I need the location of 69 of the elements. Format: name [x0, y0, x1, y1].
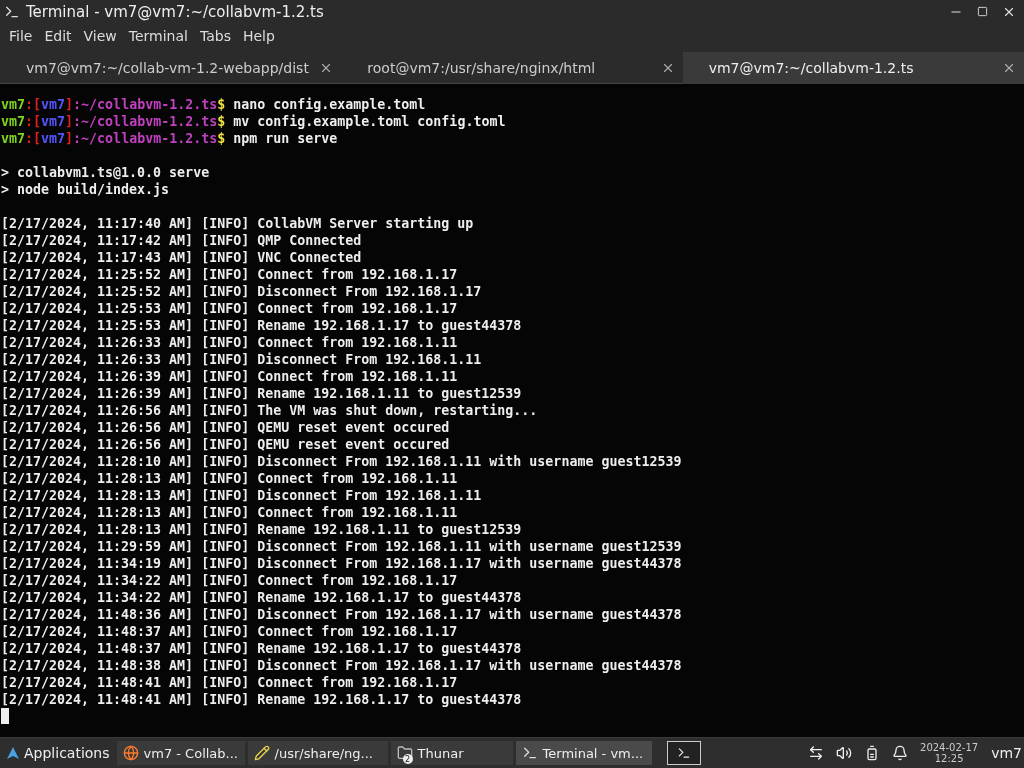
log-line: [2/17/2024, 11:26:39 AM] [INFO] Connect from 192.168.1.11	[1, 368, 459, 385]
prompt-text: ]	[65, 131, 74, 146]
log-line: [2/17/2024, 11:26:33 AM] [INFO] Disconnect From 192.168.1.11	[1, 351, 483, 368]
log-line: [2/17/2024, 11:48:37 AM] [INFO] Connect from 192.168.1.17	[1, 623, 459, 640]
log-line: [2/17/2024, 11:28:13 AM] [INFO] Disconnect From 192.168.1.11	[1, 487, 483, 504]
prompt-text: vm7	[1, 114, 26, 129]
log-line: [2/17/2024, 11:17:42 AM] [INFO] QMP Connected	[1, 232, 363, 249]
prompt-text: vm7	[41, 114, 66, 129]
log-line: [2/17/2024, 11:26:56 AM] [INFO] QEMU reset event occured	[1, 419, 451, 436]
date-text: 2024-02-17	[920, 742, 979, 753]
log-line: [2/17/2024, 11:48:41 AM] [INFO] Connect from 192.168.1.17	[1, 674, 459, 691]
prompt-text: :[	[25, 114, 42, 129]
prompt-text: ]	[65, 97, 74, 112]
prompt-text: $	[217, 97, 226, 112]
menu-item[interactable]: Tabs	[194, 26, 236, 46]
log-line: [2/17/2024, 11:28:13 AM] [INFO] Connect from 192.168.1.11	[1, 504, 459, 521]
window-title: Terminal - vm7@vm7:~/collabvm-1.2.ts	[26, 2, 325, 21]
prompt-text: :~/collabvm-1.2.ts	[73, 131, 218, 146]
prompt-text: :[	[25, 97, 42, 112]
menu-item[interactable]: Edit	[39, 26, 77, 46]
prompt-text: vm7	[1, 131, 26, 146]
menu-item[interactable]: Terminal	[123, 26, 193, 46]
menu-item[interactable]: View	[78, 26, 122, 46]
prompt-text: $	[217, 114, 226, 129]
prompt-text: :~/collabvm-1.2.ts	[73, 114, 218, 129]
log-line: [2/17/2024, 11:17:43 AM] [INFO] VNC Connected	[1, 249, 363, 266]
log-line: [2/17/2024, 11:25:52 AM] [INFO] Connect from 192.168.1.17	[1, 266, 459, 283]
tab[interactable]: vm7@vm7:~/collabvm-1.2.ts	[682, 52, 1024, 84]
taskbar-button[interactable]: vm7 - Collab...	[116, 741, 245, 765]
count-badge: 2	[402, 754, 413, 764]
taskbar-button[interactable]: /usr/share/ng...	[247, 741, 388, 765]
log-line: [2/17/2024, 11:48:36 AM] [INFO] Disconnect From 192.168.1.17 with username guest44378	[1, 606, 683, 623]
user-name[interactable]: vm7	[991, 745, 1022, 761]
prompt-text: vm7	[41, 131, 66, 146]
log-line: [2/17/2024, 11:26:56 AM] [INFO] QEMU reset event occured	[1, 436, 451, 453]
log-line: [2/17/2024, 11:25:53 AM] [INFO] Connect from 192.168.1.17	[1, 300, 459, 317]
prompt-text: ]	[65, 114, 74, 129]
log-line: [2/17/2024, 11:48:41 AM] [INFO] Rename 192.168.1.17 to guest44378	[1, 691, 523, 708]
applications-menu-button[interactable]: Applications	[2, 745, 114, 761]
log-line: [2/17/2024, 11:29:59 AM] [INFO] Disconnect From 192.168.1.11 with username guest12539	[1, 538, 683, 555]
log-line: [2/17/2024, 11:25:53 AM] [INFO] Rename 192.168.1.17 to guest44378	[1, 317, 523, 334]
taskbar-button[interactable]: 2 Thunar	[390, 741, 513, 765]
log-line: [2/17/2024, 11:17:40 AM] [INFO] CollabVM Server starting up	[1, 215, 475, 232]
terminal-line: > node build/index.js	[1, 181, 171, 198]
log-line: [2/17/2024, 11:26:56 AM] [INFO] The VM was shut down, restarting...	[1, 402, 539, 419]
menu-item[interactable]: File	[4, 26, 38, 46]
log-line: [2/17/2024, 11:25:52 AM] [INFO] Disconnect From 192.168.1.17	[1, 283, 483, 300]
log-line: [2/17/2024, 11:34:19 AM] [INFO] Disconnect From 192.168.1.17 with username guest44378	[1, 555, 683, 572]
prompt-text: $	[217, 131, 226, 146]
log-line: [2/17/2024, 11:26:33 AM] [INFO] Connect from 192.168.1.11	[1, 334, 459, 351]
log-line: [2/17/2024, 11:28:13 AM] [INFO] Connect from 192.168.1.11	[1, 470, 459, 487]
command-text: mv config.example.toml config.toml	[232, 114, 506, 129]
menu-item[interactable]: Help	[237, 26, 280, 46]
terminal-line: > collabvm1.ts@1.0.0 serve	[1, 164, 211, 181]
prompt-text: vm7	[41, 97, 66, 112]
log-line: [2/17/2024, 11:34:22 AM] [INFO] Rename 192.168.1.17 to guest44378	[1, 589, 523, 606]
prompt-text: :[	[25, 131, 42, 146]
log-line: [2/17/2024, 11:28:10 AM] [INFO] Disconnect From 192.168.1.11 with username guest12539	[1, 453, 683, 470]
log-line: [2/17/2024, 11:28:13 AM] [INFO] Rename 192.168.1.11 to guest12539	[1, 521, 523, 538]
log-line: [2/17/2024, 11:34:22 AM] [INFO] Connect from 192.168.1.17	[1, 572, 459, 589]
log-line: [2/17/2024, 11:48:38 AM] [INFO] Disconnect From 192.168.1.17 with username guest44378	[1, 657, 683, 674]
command-text: nano config.example.toml	[232, 97, 426, 112]
time-text: 12:25	[934, 753, 964, 764]
log-line: [2/17/2024, 11:26:39 AM] [INFO] Rename 192.168.1.11 to guest12539	[1, 385, 523, 402]
taskbar-button[interactable]: Terminal - vm...	[515, 741, 652, 765]
command-text: npm run serve	[232, 131, 338, 146]
prompt-text: vm7	[1, 97, 26, 112]
prompt-text: :~/collabvm-1.2.ts	[73, 97, 218, 112]
log-line: [2/17/2024, 11:48:37 AM] [INFO] Rename 192.168.1.17 to guest44378	[1, 640, 523, 657]
